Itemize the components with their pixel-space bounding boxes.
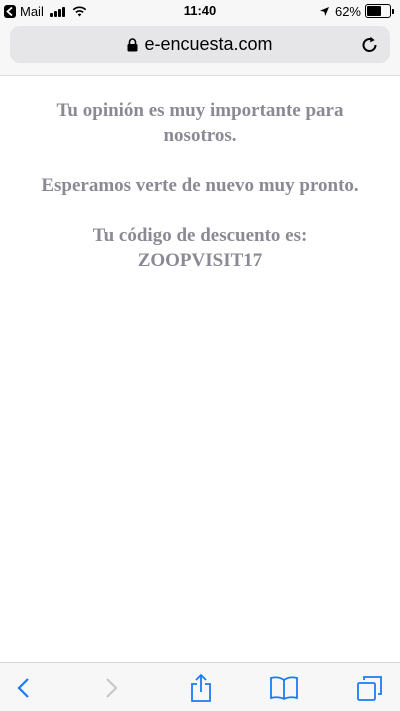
- book-icon: [270, 676, 298, 701]
- browser-chrome: e-encuesta.com: [0, 22, 400, 76]
- chevron-right-icon: [106, 678, 118, 698]
- battery-icon: [365, 4, 391, 18]
- location-arrow-icon: [319, 6, 329, 16]
- lock-icon: [127, 37, 138, 51]
- battery-percent: 62%: [334, 3, 361, 19]
- forward-button[interactable]: [97, 673, 127, 703]
- farewell-message: Esperamos verte de nuevo muy pronto.: [41, 175, 359, 196]
- battery-level-fill: [367, 6, 381, 16]
- opinion-message: Tu opinión es muy importante para nosotr…: [56, 100, 344, 146]
- address-bar[interactable]: e-encuesta.com: [10, 26, 390, 63]
- share-button[interactable]: [186, 673, 216, 703]
- page-content: Tu opinión es muy importante para nosotr…: [0, 76, 400, 666]
- chevron-left-icon: [17, 678, 29, 698]
- discount-code: ZOOPVISIT17: [137, 250, 263, 271]
- tabs-button[interactable]: [355, 673, 385, 703]
- bookmarks-button[interactable]: [269, 673, 299, 703]
- status-right: 62%: [319, 3, 394, 19]
- screen: Mail 11:40 62% e-encuesta.com Tu opinión…: [0, 0, 400, 711]
- status-bar: Mail 11:40 62%: [0, 0, 400, 22]
- share-icon: [191, 673, 211, 702]
- back-button[interactable]: [8, 673, 38, 703]
- discount-label: Tu código de descuento es:: [92, 225, 308, 246]
- url-display[interactable]: e-encuesta.com: [10, 26, 390, 63]
- discount-message: Tu código de descuento es: ZOOPVISIT17: [0, 223, 400, 273]
- url-text[interactable]: e-encuesta.com: [144, 34, 272, 55]
- reload-icon[interactable]: [360, 35, 380, 55]
- battery-tip: [392, 8, 394, 14]
- browser-toolbar: [0, 662, 400, 711]
- tabs-icon: [357, 676, 382, 701]
